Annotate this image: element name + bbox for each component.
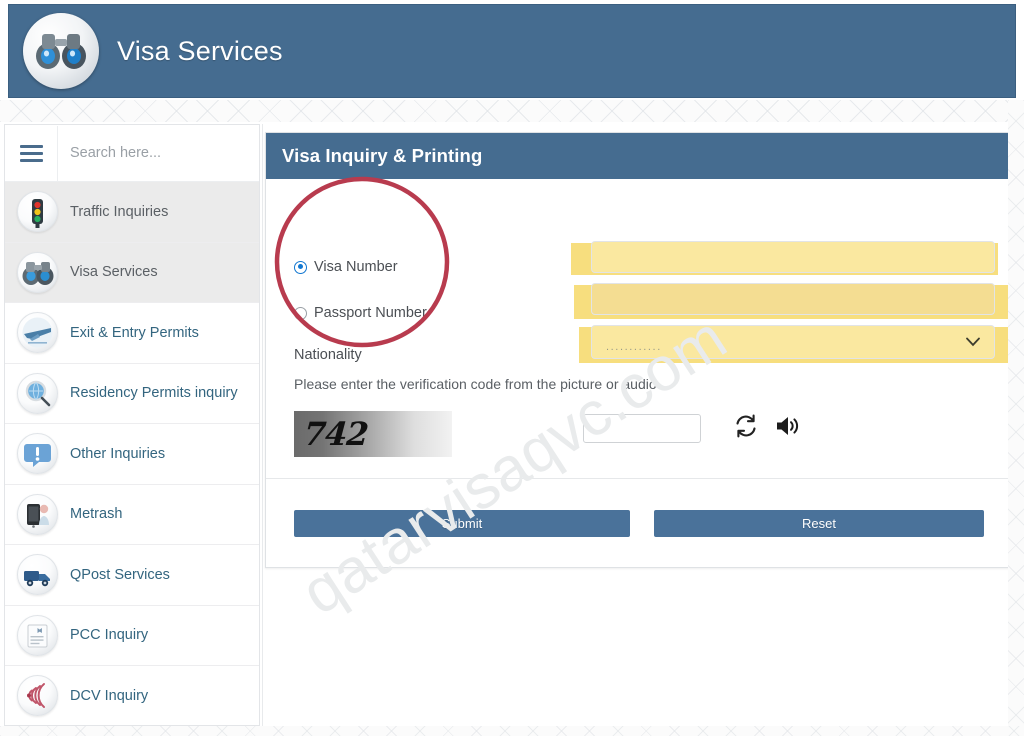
visa-number-input[interactable]: [591, 241, 995, 273]
sidebar: Traffic Inquiries Visa Services: [4, 124, 260, 726]
sidebar-item-label: Visa Services: [70, 264, 158, 280]
sidebar-item-dcv-inquiry[interactable]: DCV Inquiry: [5, 666, 259, 726]
captcha-input[interactable]: [583, 414, 701, 443]
speaker-icon[interactable]: [774, 413, 801, 439]
fingerprint-icon: [17, 675, 58, 716]
background-texture-bottom: [0, 726, 1024, 736]
panel-body: Visa Number Passport Number Nationality: [266, 179, 1008, 479]
sidebar-search-row: [5, 125, 259, 182]
airplane-icon: [17, 312, 58, 353]
mobile-phone-icon: [17, 494, 58, 535]
exclamation-bubble-icon: [17, 433, 58, 474]
sidebar-item-label: Exit & Entry Permits: [70, 325, 199, 341]
nationality-label: Nationality: [294, 347, 362, 363]
visa-number-radio-row[interactable]: Visa Number: [294, 259, 398, 275]
binoculars-icon: [17, 252, 58, 293]
sidebar-item-residency-permits-inquiry[interactable]: Residency Permits inquiry: [5, 364, 259, 425]
hamburger-bar: [20, 145, 43, 148]
background-texture-top: [0, 100, 1024, 122]
visa-number-label: Visa Number: [314, 259, 398, 275]
sidebar-item-visa-services[interactable]: Visa Services: [5, 243, 259, 304]
captcha-hint-text: Please enter the verification code from …: [294, 376, 657, 392]
sidebar-item-metrash[interactable]: Metrash: [5, 485, 259, 546]
traffic-light-icon: [17, 191, 58, 232]
visa-inquiry-panel: Visa Inquiry & Printing Visa Number Pass…: [265, 132, 1008, 568]
sidebar-item-label: Residency Permits inquiry: [70, 385, 238, 401]
app-header: Visa Services: [8, 4, 1016, 98]
panel-header: Visa Inquiry & Printing: [266, 133, 1008, 179]
search-input[interactable]: [58, 125, 259, 182]
passport-number-label: Passport Number: [314, 305, 427, 321]
sidebar-item-other-inquiries[interactable]: Other Inquiries: [5, 424, 259, 485]
magnifier-globe-icon: [17, 373, 58, 414]
sidebar-item-label: Metrash: [70, 506, 122, 522]
panel-footer: Submit Reset: [266, 479, 1008, 567]
sidebar-item-exit-entry-permits[interactable]: Exit & Entry Permits: [5, 303, 259, 364]
nationality-selected-value: ............: [606, 341, 662, 353]
binoculars-glyph: [34, 31, 88, 71]
sidebar-item-pcc-inquiry[interactable]: PCC Inquiry: [5, 606, 259, 667]
sidebar-item-label: DCV Inquiry: [70, 688, 148, 704]
passport-number-radio-row[interactable]: Passport Number: [294, 305, 427, 321]
main-content: Visa Inquiry & Printing Visa Number Pass…: [262, 124, 1008, 726]
captcha-code-text: 742: [303, 415, 369, 453]
panel-title: Visa Inquiry & Printing: [282, 145, 482, 167]
passport-number-radio[interactable]: [294, 307, 307, 320]
chevron-down-icon: [966, 338, 980, 347]
hamburger-menu-icon[interactable]: [5, 126, 58, 181]
sidebar-item-label: Traffic Inquiries: [70, 204, 168, 220]
captcha-image: 742: [294, 411, 452, 457]
reset-button[interactable]: Reset: [654, 510, 984, 537]
visa-number-radio[interactable]: [294, 261, 307, 274]
hamburger-bar: [20, 159, 43, 162]
passport-number-input[interactable]: [591, 283, 995, 315]
hamburger-bar: [20, 152, 43, 155]
delivery-truck-icon: [17, 554, 58, 595]
certificate-icon: [17, 615, 58, 656]
sidebar-item-qpost-services[interactable]: QPost Services: [5, 545, 259, 606]
sidebar-item-traffic-inquiries[interactable]: Traffic Inquiries: [5, 182, 259, 243]
binoculars-icon: [23, 13, 99, 89]
sidebar-item-label: Other Inquiries: [70, 446, 165, 462]
sidebar-item-label: QPost Services: [70, 567, 170, 583]
background-texture-right: [1008, 100, 1024, 736]
nationality-select[interactable]: ............: [591, 325, 995, 359]
refresh-icon[interactable]: [733, 413, 759, 439]
nationality-label-row: Nationality: [294, 347, 362, 363]
submit-button[interactable]: Submit: [294, 510, 630, 537]
sidebar-item-label: PCC Inquiry: [70, 627, 148, 643]
page-title: Visa Services: [117, 36, 283, 67]
page-root: Visa Services Tra: [0, 0, 1024, 736]
